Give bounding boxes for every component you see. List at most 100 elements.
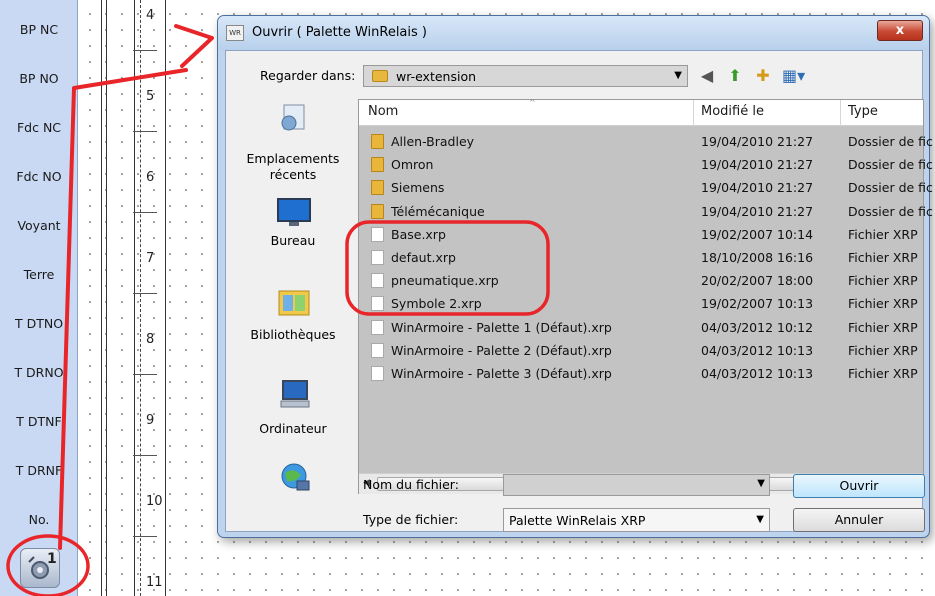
look-in-label: Regarder dans:	[260, 68, 356, 83]
chevron-down-icon[interactable]: ▼	[674, 70, 682, 81]
ruler-tick	[133, 374, 157, 375]
palette-item[interactable]: T DTNF	[0, 414, 78, 429]
file-icon	[371, 250, 384, 265]
look-in-combo[interactable]: wr-extension ▼	[363, 65, 688, 87]
file-row[interactable]: Symbole 2.xrp 19/02/2007 10:13 Fichier XRP	[359, 292, 923, 315]
file-name: defaut.xrp	[391, 250, 456, 265]
ruler-number: 11	[146, 575, 163, 590]
file-row[interactable]: Télémécanique 19/04/2010 21:27 Dossier de …	[359, 200, 933, 223]
file-icon	[371, 296, 384, 312]
ruler-number: 8	[146, 332, 155, 347]
palette-item[interactable]: Terre	[0, 267, 78, 282]
ruler-tick	[133, 536, 157, 537]
filetype-select[interactable]: Palette WinRelais XRP ▼	[503, 508, 770, 532]
file-row[interactable]: defaut.xrp 18/10/2008 16:16 Fichier XRP	[359, 246, 923, 269]
filetype-value: Palette WinRelais XRP	[509, 513, 646, 528]
view-menu-icon[interactable]: ▦▾	[782, 65, 805, 87]
file-type: Fichier XRP	[848, 366, 918, 381]
left-rail-line	[101, 0, 102, 596]
palette-item[interactable]: No.	[0, 512, 78, 527]
ruler-number: 5	[146, 89, 155, 104]
place-label: Bibliothèques	[250, 327, 336, 342]
file-modified: 19/02/2007 10:14	[701, 226, 814, 242]
palette-item[interactable]: Fdc NC	[0, 120, 78, 135]
ruler-number: 6	[146, 170, 155, 185]
open-file-dialog: WR Ouvrir ( Palette WinRelais ) x Regard…	[217, 15, 933, 538]
palette-item[interactable]: T DTNO	[0, 316, 78, 331]
file-icon	[371, 226, 384, 242]
file-row[interactable]: Siemens 19/04/2010 21:27 Dossier de fic	[359, 176, 933, 199]
dialog-titlebar[interactable]: WR Ouvrir ( Palette WinRelais ) x	[218, 16, 929, 50]
file-icon	[371, 342, 384, 358]
place-label: Bureau	[270, 233, 316, 248]
file-list[interactable]: Nom ^ Modifié le Type Allen-Bradley 19/04…	[358, 98, 933, 494]
file-type: Dossier de fic	[848, 203, 933, 219]
file-modified: 04/03/2012 10:13	[701, 342, 814, 358]
ruler-line	[134, 0, 135, 596]
column-separator[interactable]	[840, 100, 841, 126]
palette-item[interactable]: BP NC	[0, 22, 78, 37]
libraries-icon	[278, 290, 310, 316]
ruler-tick	[133, 50, 157, 51]
computer-icon	[280, 380, 310, 408]
up-folder-icon[interactable]: ⬆	[724, 65, 746, 87]
file-icon	[371, 319, 384, 335]
ruler-line	[165, 0, 166, 596]
close-button[interactable]: x	[877, 20, 923, 41]
file-row[interactable]: WinArmoire - Palette 1 (Défaut).xrp 04/03…	[359, 316, 923, 339]
ruler-tick	[133, 131, 157, 132]
file-type: Dossier de fic	[848, 134, 933, 149]
dialog-title: Ouvrir ( Palette WinRelais )	[252, 25, 427, 40]
file-row[interactable]: Allen-Bradley 19/04/2010 21:27 Dossier de …	[359, 130, 933, 153]
file-name: WinArmoire - Palette 2 (Défaut).xrp	[391, 342, 612, 358]
palette-item[interactable]: Voyant	[0, 218, 78, 233]
chevron-down-icon[interactable]: ▼	[757, 478, 765, 489]
column-separator[interactable]	[693, 100, 694, 126]
file-modified: 19/04/2010 21:27	[701, 180, 814, 196]
file-name: WinArmoire - Palette 1 (Défaut).xrp	[391, 319, 612, 335]
file-name: Télémécanique	[391, 203, 485, 219]
folder-icon	[371, 134, 384, 149]
dialog-body: Regarder dans: wr-extension ▼ ◀ ⬆ ✚ ▦▾ E…	[225, 50, 933, 532]
file-type: Fichier XRP	[848, 296, 918, 312]
file-modified: 19/04/2010 21:27	[701, 203, 814, 219]
file-row[interactable]: WinArmoire - Palette 2 (Défaut).xrp 04/03…	[359, 339, 923, 362]
palette-item[interactable]: Fdc NO	[0, 169, 78, 184]
file-row[interactable]: Omron 19/04/2010 21:27 Dossier de fic	[359, 153, 933, 176]
column-header-type[interactable]: Type	[848, 104, 878, 119]
file-row[interactable]: WinArmoire - Palette 3 (Défaut).xrp 04/03…	[359, 362, 923, 385]
file-type: Fichier XRP	[848, 226, 918, 242]
places-bar: Emplacements récents Bureau Bibliothèque…	[232, 99, 354, 491]
ruler-number: 9	[146, 413, 155, 428]
cancel-button[interactable]: Annuler	[793, 508, 925, 532]
palette-item[interactable]: T DRNO	[0, 365, 78, 380]
chevron-down-icon[interactable]: ▼	[756, 514, 764, 525]
file-modified: 04/03/2012 10:13	[701, 366, 814, 381]
ruler-tick	[133, 455, 157, 456]
ruler-tick	[133, 212, 157, 213]
file-row[interactable]: Base.xrp 19/02/2007 10:14 Fichier XRP	[359, 223, 923, 246]
filename-label: Nom du fichier:	[363, 477, 459, 492]
file-modified: 19/04/2010 21:27	[701, 157, 814, 173]
palette-item[interactable]: T DRNF	[0, 463, 78, 478]
new-folder-icon[interactable]: ✚	[752, 65, 774, 87]
column-header-modified[interactable]: Modifié le	[701, 104, 764, 119]
desktop-icon	[277, 198, 311, 226]
file-type: Fichier XRP	[848, 319, 918, 335]
file-name: Allen-Bradley	[391, 134, 475, 149]
back-icon[interactable]: ◀	[696, 65, 718, 87]
open-button[interactable]: Ouvrir	[793, 474, 925, 498]
recent-places-icon	[281, 104, 305, 131]
place-label: Emplacements récents	[246, 151, 340, 182]
palette-tool-button[interactable]: 1	[20, 548, 60, 588]
file-row[interactable]: pneumatique.xrp 20/02/2007 18:00 Fichier X…	[359, 269, 923, 292]
file-icon	[371, 273, 384, 289]
filename-input[interactable]: ▼	[503, 474, 770, 496]
left-rail-line	[106, 0, 107, 596]
column-header-name[interactable]: Nom	[368, 104, 398, 119]
file-type: Dossier de fic	[848, 157, 933, 173]
palette-item[interactable]: BP NO	[0, 71, 78, 86]
file-name: Base.xrp	[391, 226, 446, 242]
network-icon	[281, 463, 310, 491]
file-modified: 18/10/2008 16:16	[701, 250, 814, 265]
